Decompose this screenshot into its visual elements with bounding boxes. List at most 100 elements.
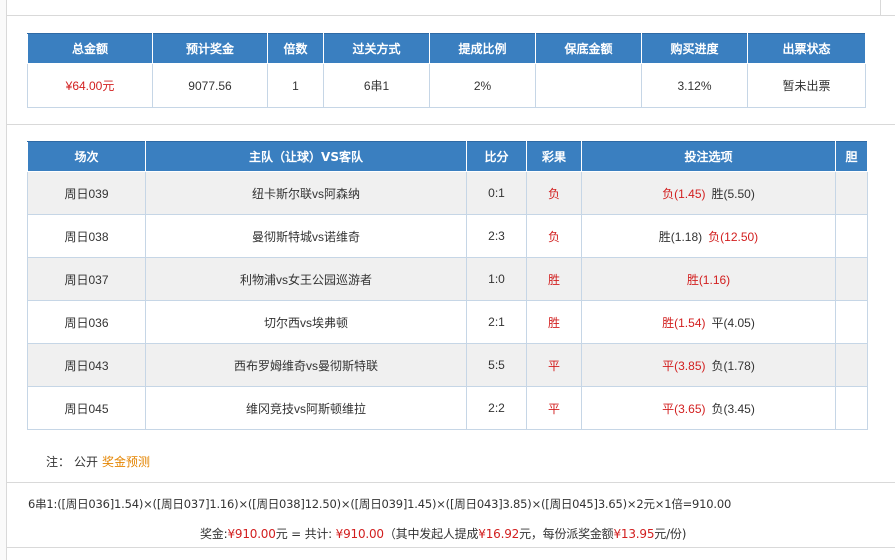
- match-banker: [835, 343, 868, 387]
- header-estimated-prize: 预计奖金: [152, 33, 268, 64]
- match-bet-options: 胜(1.18) 负(12.50): [581, 214, 836, 258]
- match-row: 周日036 切尔西vs埃弗顿 2:1 胜 胜(1.54) 平(4.05): [27, 300, 868, 344]
- match-id: 周日043: [27, 343, 146, 387]
- initiator-commission: ¥16.92: [478, 527, 520, 541]
- match-score: 2:2: [466, 386, 527, 430]
- pass-type-value: 6串1: [323, 63, 430, 108]
- progress-value: 3.12%: [641, 63, 748, 108]
- match-score: 2:1: [466, 300, 527, 344]
- section-divider: [7, 482, 895, 483]
- header-guarantee: 保底金额: [535, 33, 642, 64]
- estimated-prize-value: 9077.56: [152, 63, 268, 108]
- match-id: 周日045: [27, 386, 146, 430]
- per-share-amount: ¥13.95: [613, 527, 655, 541]
- match-row: 周日045 维冈竞技vs阿斯顿维拉 2:2 平 平(3.65) 负(3.45): [27, 386, 868, 430]
- prize-unit: 元 = 共计:: [275, 527, 336, 541]
- match-bet-options: 平(3.65) 负(3.45): [581, 386, 836, 430]
- match-teams: 利物浦vs女王公园巡游者: [145, 257, 467, 301]
- match-result: 胜: [526, 300, 582, 344]
- match-id: 周日038: [27, 214, 146, 258]
- match-score: 1:0: [466, 257, 527, 301]
- header-banker: 胆: [835, 141, 868, 172]
- bet-option: 负(3.45): [711, 401, 755, 416]
- prize-label: 奖金:: [200, 527, 228, 541]
- match-banker: [835, 214, 868, 258]
- section-divider: [7, 124, 895, 125]
- order-summary-table: 总金额 预计奖金 倍数 过关方式 提成比例 保底金额 购买进度 出票状态 ¥64…: [27, 33, 866, 108]
- prize-tail: 元/份): [654, 527, 687, 541]
- match-row: 周日038 曼彻斯特城vs诺维奇 2:3 负 胜(1.18) 负(12.50): [27, 214, 868, 258]
- prize-amount: ¥910.00: [227, 527, 276, 541]
- prize-mid1: （其中发起人提成: [383, 527, 479, 541]
- header-match-id: 场次: [27, 141, 146, 172]
- bet-option-hit: 负(12.50): [708, 229, 759, 244]
- note-line: 注： 公开 奖金预测: [46, 453, 150, 470]
- match-row: 周日037 利物浦vs女王公园巡游者 1:0 胜 胜(1.16): [27, 257, 868, 301]
- match-result: 平: [526, 386, 582, 430]
- prize-forecast-link[interactable]: 奖金预测: [102, 455, 150, 469]
- match-id: 周日037: [27, 257, 146, 301]
- match-row: 周日039 纽卡斯尔联vs阿森纳 0:1 负 负(1.45) 胜(5.50): [27, 171, 868, 215]
- prize-formula: 6串1:([周日036]1.54)×([周日037]1.16)×([周日038]…: [28, 497, 732, 511]
- match-banker: [835, 171, 868, 215]
- matches-header-row: 场次 主队（让球）VS客队 比分 彩果 投注选项 胆: [27, 141, 868, 172]
- match-bet-options: 负(1.45) 胜(5.50): [581, 171, 836, 215]
- top-frame: [0, 0, 895, 16]
- visibility-public: 公开: [74, 455, 99, 469]
- bet-option-hit: 负(1.45): [662, 186, 706, 201]
- match-id: 周日039: [27, 171, 146, 215]
- match-teams: 曼彻斯特城vs诺维奇: [145, 214, 467, 258]
- total-amount-value: ¥64.00元: [27, 63, 153, 108]
- header-score: 比分: [466, 141, 527, 172]
- match-teams: 维冈竞技vs阿斯顿维拉: [145, 386, 467, 430]
- multiple-value: 1: [267, 63, 324, 108]
- match-score: 5:5: [466, 343, 527, 387]
- header-pass-type: 过关方式: [323, 33, 430, 64]
- left-frame: [0, 0, 7, 560]
- match-result: 胜: [526, 257, 582, 301]
- header-result: 彩果: [526, 141, 582, 172]
- note-label: 注：: [46, 455, 71, 469]
- header-multiple: 倍数: [267, 33, 324, 64]
- header-progress: 购买进度: [641, 33, 748, 64]
- bet-option: 平(4.05): [711, 315, 755, 330]
- header-bet-options: 投注选项: [581, 141, 836, 172]
- match-id: 周日036: [27, 300, 146, 344]
- match-bet-options: 平(3.85) 负(1.78): [581, 343, 836, 387]
- commission-value: 2%: [429, 63, 536, 108]
- match-result: 平: [526, 343, 582, 387]
- bet-option: 胜(5.50): [711, 186, 755, 201]
- prize-summary: 奖金:¥910.00元 = 共计: ¥910.00（其中发起人提成¥16.92元…: [200, 525, 686, 542]
- bet-option-hit: 平(3.85): [662, 358, 706, 373]
- match-score: 0:1: [466, 171, 527, 215]
- ticket-status-value: 暂未出票: [747, 63, 866, 108]
- bet-option-hit: 胜(1.54): [662, 315, 706, 330]
- match-result: 负: [526, 171, 582, 215]
- match-row: 周日043 西布罗姆维奇vs曼彻斯特联 5:5 平 平(3.85) 负(1.78): [27, 343, 868, 387]
- bet-matches-table: 场次 主队（让球）VS客队 比分 彩果 投注选项 胆 周日039 纽卡斯尔联vs…: [27, 141, 868, 430]
- match-banker: [835, 300, 868, 344]
- header-commission: 提成比例: [429, 33, 536, 64]
- header-total-amount: 总金额: [27, 33, 153, 64]
- match-bet-options: 胜(1.54) 平(4.05): [581, 300, 836, 344]
- bet-option-hit: 平(3.65): [662, 401, 706, 416]
- match-score: 2:3: [466, 214, 527, 258]
- guarantee-value: [535, 63, 642, 108]
- prize-total: ¥910.00: [335, 527, 384, 541]
- bet-option-hit: 胜(1.16): [686, 272, 731, 287]
- match-banker: [835, 257, 868, 301]
- top-right-divider: [880, 0, 881, 16]
- header-teams: 主队（让球）VS客队: [145, 141, 467, 172]
- bet-option: 负(1.78): [711, 358, 755, 373]
- header-ticket-status: 出票状态: [747, 33, 866, 64]
- summary-header-row: 总金额 预计奖金 倍数 过关方式 提成比例 保底金额 购买进度 出票状态: [27, 33, 866, 64]
- match-teams: 纽卡斯尔联vs阿森纳: [145, 171, 467, 215]
- section-divider: [7, 547, 895, 548]
- match-teams: 西布罗姆维奇vs曼彻斯特联: [145, 343, 467, 387]
- match-banker: [835, 386, 868, 430]
- match-result: 负: [526, 214, 582, 258]
- prize-mid2: 元，每份派奖金额: [519, 527, 614, 541]
- summary-row: ¥64.00元 9077.56 1 6串1 2% 3.12% 暂未出票: [27, 63, 866, 108]
- match-teams: 切尔西vs埃弗顿: [145, 300, 467, 344]
- match-bet-options: 胜(1.16): [581, 257, 836, 301]
